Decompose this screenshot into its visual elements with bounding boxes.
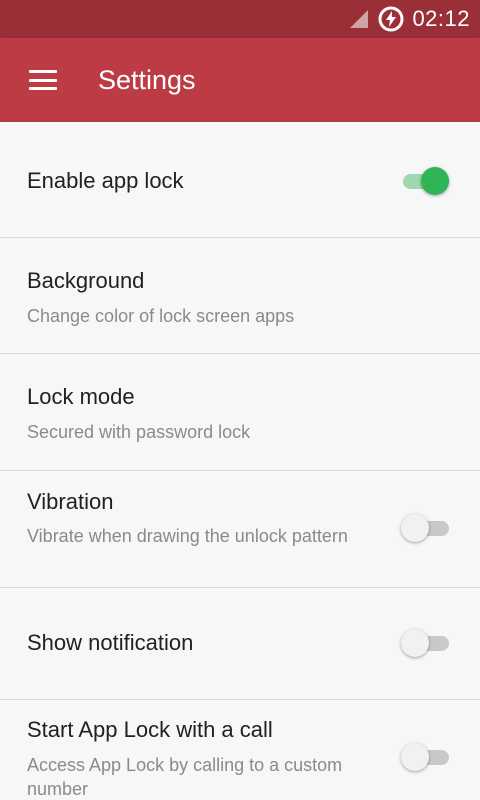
setting-summary: Vibrate when drawing the unlock pattern: [27, 526, 348, 546]
settings-list: Enable app lock Background Change color …: [0, 122, 480, 800]
setting-start-with-call[interactable]: Start App Lock with a call Access App Lo…: [0, 700, 480, 800]
setting-title: Background: [27, 268, 145, 293]
page-title: Settings: [98, 64, 196, 95]
setting-enable-app-lock[interactable]: Enable app lock: [0, 122, 480, 238]
setting-summary: Change color of lock screen apps: [27, 306, 295, 326]
setting-vibration[interactable]: Vibration Vibrate when drawing the unloc…: [0, 471, 480, 588]
setting-title: Show notification: [27, 630, 194, 655]
setting-title: Enable app lock: [27, 168, 184, 193]
vibration-toggle[interactable]: [401, 514, 449, 542]
setting-show-notification[interactable]: Show notification: [0, 588, 480, 700]
enable-app-lock-toggle[interactable]: [401, 167, 449, 195]
setting-summary: Secured with password lock: [27, 422, 251, 442]
signal-icon: [350, 10, 369, 28]
status-bar: 02:12: [0, 0, 480, 38]
app-bar: Settings: [0, 38, 480, 122]
data-saver-icon: [378, 6, 404, 32]
hamburger-menu-icon[interactable]: [29, 70, 57, 90]
setting-summary: Access App Lock by calling to a custom n…: [27, 755, 343, 799]
setting-background[interactable]: Background Change color of lock screen a…: [0, 238, 480, 354]
show-notification-toggle[interactable]: [401, 629, 449, 657]
setting-title: Start App Lock with a call: [27, 717, 273, 742]
setting-title: Vibration: [27, 489, 114, 514]
setting-title: Lock mode: [27, 384, 135, 409]
setting-lock-mode[interactable]: Lock mode Secured with password lock: [0, 354, 480, 471]
start-with-call-toggle[interactable]: [401, 743, 449, 771]
status-clock: 02:12: [412, 6, 470, 31]
